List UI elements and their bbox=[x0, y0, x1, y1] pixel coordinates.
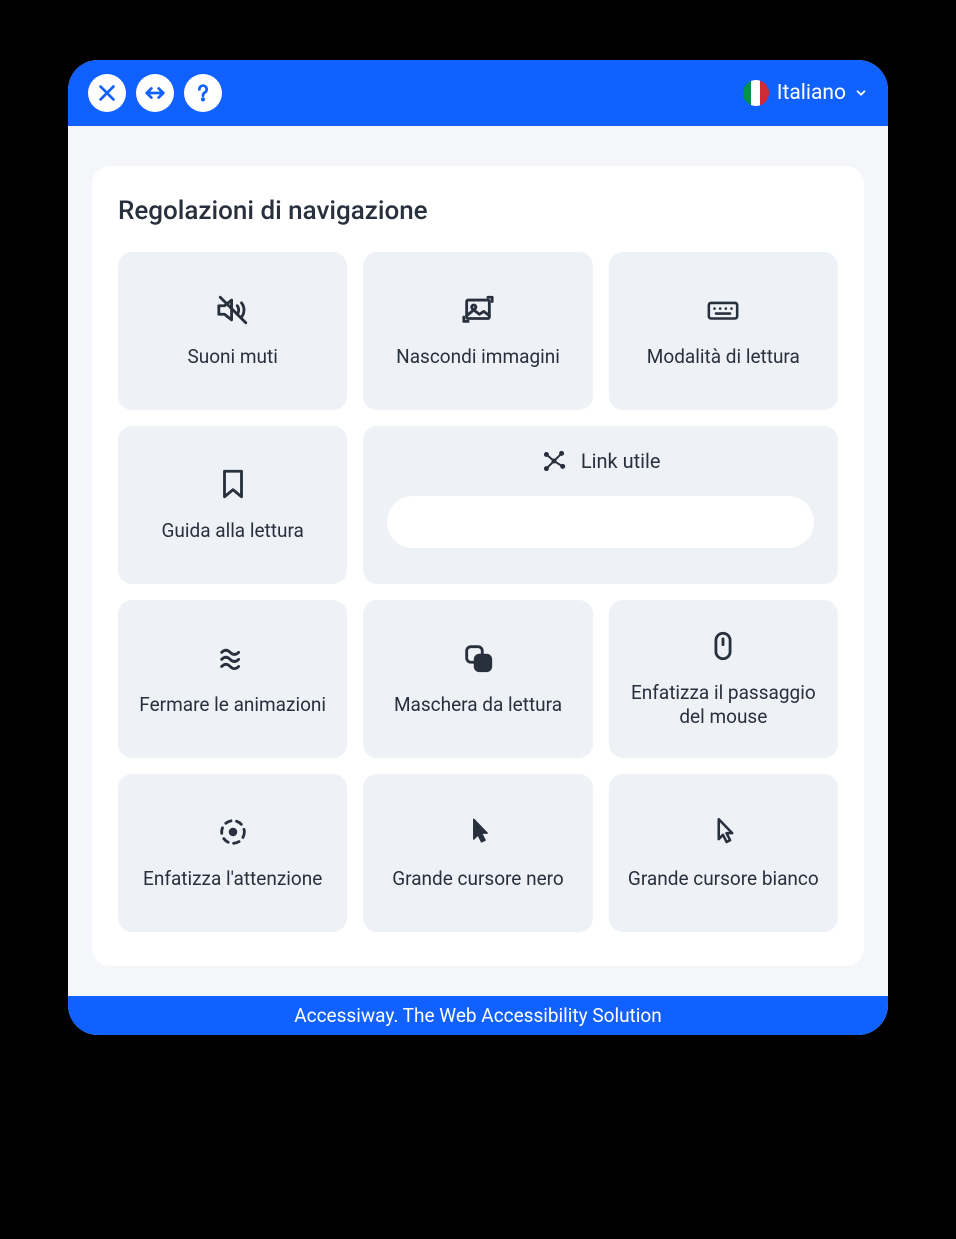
tile-big-black-cursor[interactable]: Grande cursore nero bbox=[363, 774, 592, 932]
arrows-horizontal-icon bbox=[144, 82, 166, 104]
mute-icon bbox=[216, 293, 250, 327]
useful-links-header: Link utile bbox=[387, 448, 814, 474]
tile-label: Grande cursore nero bbox=[392, 867, 564, 891]
tile-label: Grande cursore bianco bbox=[628, 867, 819, 891]
accessibility-panel: Italiano Regolazioni di navigazione Suon… bbox=[68, 60, 888, 1035]
tile-label: Suoni muti bbox=[187, 345, 277, 369]
tile-reading-guide[interactable]: Guida alla lettura bbox=[118, 426, 347, 584]
tile-label: Guida alla lettura bbox=[161, 519, 303, 543]
settings-grid: Suoni muti Nascondi immagini Modalità di… bbox=[118, 252, 838, 932]
tile-label: Nascondi immagini bbox=[396, 345, 560, 369]
language-label: Italiano bbox=[777, 81, 846, 105]
move-button[interactable] bbox=[136, 74, 174, 112]
tile-label: Enfatizza il passaggio del mouse bbox=[621, 681, 826, 729]
tile-highlight-hover[interactable]: Enfatizza il passaggio del mouse bbox=[609, 600, 838, 758]
language-selector[interactable]: Italiano bbox=[743, 80, 868, 106]
section-title: Regolazioni di navigazione bbox=[118, 196, 838, 226]
cursor-black-icon bbox=[461, 815, 495, 849]
help-button[interactable] bbox=[184, 74, 222, 112]
settings-card: Regolazioni di navigazione Suoni muti Na… bbox=[92, 166, 864, 966]
flag-italy-icon bbox=[743, 80, 769, 106]
bookmark-icon bbox=[216, 467, 250, 501]
close-button[interactable] bbox=[88, 74, 126, 112]
tile-big-white-cursor[interactable]: Grande cursore bianco bbox=[609, 774, 838, 932]
tile-reading-mask[interactable]: Maschera da lettura bbox=[363, 600, 592, 758]
tile-stop-animations[interactable]: Fermare le animazioni bbox=[118, 600, 347, 758]
cursor-white-icon bbox=[706, 815, 740, 849]
question-icon bbox=[192, 82, 214, 104]
tile-mute-sounds[interactable]: Suoni muti bbox=[118, 252, 347, 410]
panel-footer: Accessiway. The Web Accessibility Soluti… bbox=[68, 996, 888, 1035]
image-icon bbox=[461, 293, 495, 327]
panel-header: Italiano bbox=[68, 60, 888, 126]
chevron-down-icon bbox=[854, 86, 868, 100]
tile-label: Link utile bbox=[581, 449, 661, 474]
tile-label: Enfatizza l'attenzione bbox=[143, 867, 322, 891]
tile-useful-links[interactable]: Link utile bbox=[363, 426, 838, 584]
header-controls bbox=[88, 74, 222, 112]
overlap-squares-icon bbox=[461, 641, 495, 675]
keyboard-icon bbox=[706, 293, 740, 327]
target-icon bbox=[216, 815, 250, 849]
close-icon bbox=[96, 82, 118, 104]
footer-text: Accessiway. The Web Accessibility Soluti… bbox=[294, 1004, 661, 1027]
tile-hide-images[interactable]: Nascondi immagini bbox=[363, 252, 592, 410]
useful-links-select[interactable] bbox=[387, 496, 814, 548]
tile-highlight-focus[interactable]: Enfatizza l'attenzione bbox=[118, 774, 347, 932]
tile-label: Maschera da lettura bbox=[394, 693, 562, 717]
panel-body: Regolazioni di navigazione Suoni muti Na… bbox=[68, 126, 888, 996]
tile-label: Fermare le animazioni bbox=[139, 693, 326, 717]
network-icon bbox=[541, 448, 567, 474]
tile-reading-mode[interactable]: Modalità di lettura bbox=[609, 252, 838, 410]
tile-label: Modalità di lettura bbox=[647, 345, 800, 369]
waves-icon bbox=[216, 641, 250, 675]
mouse-icon bbox=[706, 629, 740, 663]
